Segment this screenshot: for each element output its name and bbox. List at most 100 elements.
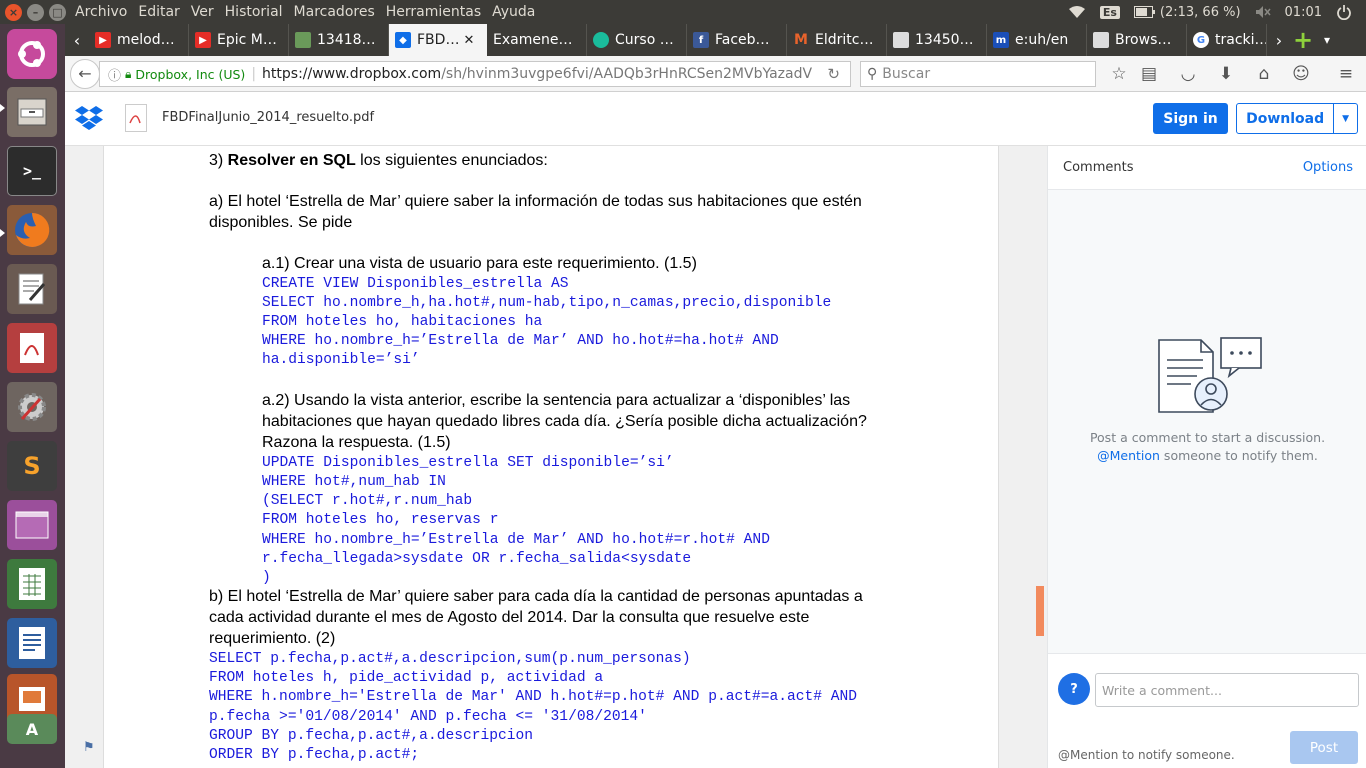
spreadsheet-icon[interactable] [7,559,57,609]
firefox-window: ‹ ▶ melod… ▶ Epic M… 13418… ◆ FBD… ✕ Examene… [65,24,1366,768]
downloads-icon[interactable]: ⬇ [1216,64,1236,84]
code-line: ha.disponible=’si’ [262,352,420,368]
report-flag-icon[interactable]: ⚑ [83,740,95,755]
tab-euh-en[interactable]: m e:uh/en [987,24,1087,56]
mention-link[interactable]: @Mention [1097,448,1160,463]
google-icon: G [1193,32,1209,48]
code-line: ORDER BY p.fecha,p.act#; [209,747,420,763]
tab-eldritch[interactable]: M Eldritc… [787,24,887,56]
sign-in-button[interactable]: Sign in [1153,103,1228,134]
code-line: GROUP BY p.fecha,p.act#,a.descripcion [209,728,534,744]
tab-tracking[interactable]: Gtracki… [1187,24,1267,56]
reading-list-icon[interactable]: ▤ [1139,64,1159,84]
comment-input[interactable]: Write a comment... [1095,673,1359,707]
facebook-icon: f [693,32,709,48]
text-editor-icon[interactable] [7,264,57,314]
list-all-tabs-button[interactable]: ▾ [1315,24,1339,56]
dropbox-icon: ◆ [395,32,411,48]
tab-curso[interactable]: Curso … [587,24,687,56]
hamburger-menu-icon[interactable]: ≡ [1336,64,1356,84]
comments-illustration-icon [1158,337,1262,413]
bookmark-star-icon[interactable]: ☆ [1109,64,1129,84]
comments-options-link[interactable]: Options [1303,160,1353,175]
comments-empty-state: Post a comment to start a discussion. @M… [1048,429,1366,465]
tab-label: Examene… [493,32,573,48]
file-name: FBDFinalJunio_2014_resuelto.pdf [162,110,375,125]
keyboard-layout-indicator[interactable]: Es [1099,5,1120,19]
workspace-switcher-icon[interactable] [7,500,57,550]
terminal-icon[interactable]: >_ [7,146,57,196]
mention-hint: @Mention to notify someone. [1058,748,1235,762]
question-number: 3) [209,152,228,169]
part-b-line-2: cada actividad durante el mes de Agosto … [209,609,810,626]
menu-ver[interactable]: Ver [191,4,214,20]
scrollbar-thumb[interactable] [1036,586,1044,636]
battery-icon [1133,6,1155,18]
close-tab-icon[interactable]: ✕ [463,33,474,48]
system-top-panel: × – □ Archivo Editar Ver Historial Marca… [0,0,1366,24]
dropbox-logo-icon[interactable] [75,105,103,131]
code-line: (SELECT r.hot#,r.num_hab [262,493,473,509]
tab-facebook[interactable]: f Faceb… [687,24,787,56]
tab-fbd-dropbox[interactable]: ◆ FBD… ✕ [389,24,487,56]
sublime-text-icon[interactable]: S [7,441,57,491]
pocket-icon[interactable]: ◡ [1178,64,1198,84]
youtube-icon: ▶ [195,32,211,48]
menu-historial[interactable]: Historial [225,4,283,20]
reload-icon[interactable]: ↻ [827,65,840,83]
code-line: UPDATE Disponibles_estrella SET disponib… [262,455,674,471]
pdf-viewer[interactable]: 3) Resolver en SQL los siguientes enunci… [65,146,1047,768]
code-line: FROM hoteles ho, reservas r [262,512,499,528]
home-icon[interactable]: ⌂ [1254,64,1274,84]
tab-melody[interactable]: ▶ melod… [89,24,189,56]
system-indicators: Es (2:13, 66 %) 01:01 [1068,0,1366,24]
tab-scroll-left-button[interactable]: ‹ [65,24,89,56]
site-identity[interactable]: Dropbox, Inc (US) [135,67,245,82]
tab-browse[interactable]: Brows… [1087,24,1187,56]
chat-icon[interactable]: ☺ [1291,64,1311,84]
question-bold: Resolver en SQL [227,152,356,169]
comment-placeholder: Write a comment... [1102,682,1222,698]
back-button[interactable]: ← [70,58,100,89]
post-button[interactable]: Post [1290,731,1358,764]
menu-ayuda[interactable]: Ayuda [492,4,535,20]
comments-panel: Comments Options Post a comment to start… [1047,146,1366,768]
new-tab-button[interactable]: + [1291,24,1315,56]
tab-epic-music[interactable]: ▶ Epic M… [189,24,289,56]
volume-muted-icon[interactable] [1255,5,1271,19]
power-icon[interactable] [1336,4,1352,20]
url-bar[interactable]: ⓘ 🔒︎ Dropbox, Inc (US) | https://www.dro… [99,61,851,87]
menu-marcadores[interactable]: Marcadores [294,4,375,20]
tab-examenes[interactable]: Examene… [487,24,587,56]
clock[interactable]: 01:01 [1285,5,1322,20]
download-button[interactable]: Download ▼ [1236,103,1358,134]
battery-indicator[interactable]: (2:13, 66 %) [1133,4,1241,20]
files-icon[interactable] [7,87,57,137]
search-box[interactable]: ⚲ Buscar [860,61,1096,87]
maximize-window-button[interactable]: □ [49,3,66,21]
tab-13450[interactable]: 13450… [887,24,987,56]
tab-label: tracki… [1215,32,1267,48]
url-host: https://www.dropbox.com [262,66,442,82]
menu-editar[interactable]: Editar [138,4,179,20]
ubuntu-dash-icon[interactable] [7,29,57,79]
firefox-icon[interactable] [7,205,57,255]
avatar: ? [1058,673,1090,705]
battery-text: (2:13, 66 %) [1159,4,1241,20]
chevron-down-icon[interactable]: ▼ [1333,104,1357,133]
wifi-icon[interactable] [1068,5,1086,19]
navigation-toolbar: ← ⓘ 🔒︎ Dropbox, Inc (US) | https://www.d… [65,56,1366,92]
tab-image-13418[interactable]: 13418… [289,24,389,56]
menu-herramientas[interactable]: Herramientas [386,4,481,20]
minimize-window-button[interactable]: – [27,3,44,21]
info-icon[interactable]: ⓘ [108,65,121,84]
code-line: p.fecha >='01/08/2014' AND p.fecha <= '3… [209,709,647,725]
menu-bar: Archivo Editar Ver Historial Marcadores … [75,4,546,20]
writer-icon[interactable] [7,618,57,668]
close-window-button[interactable]: × [5,3,22,21]
document-viewer-icon[interactable] [7,323,57,373]
system-settings-icon[interactable] [7,382,57,432]
software-center-icon[interactable]: A [7,714,57,744]
menu-archivo[interactable]: Archivo [75,4,127,20]
tab-scroll-right-button[interactable]: › [1267,24,1291,56]
